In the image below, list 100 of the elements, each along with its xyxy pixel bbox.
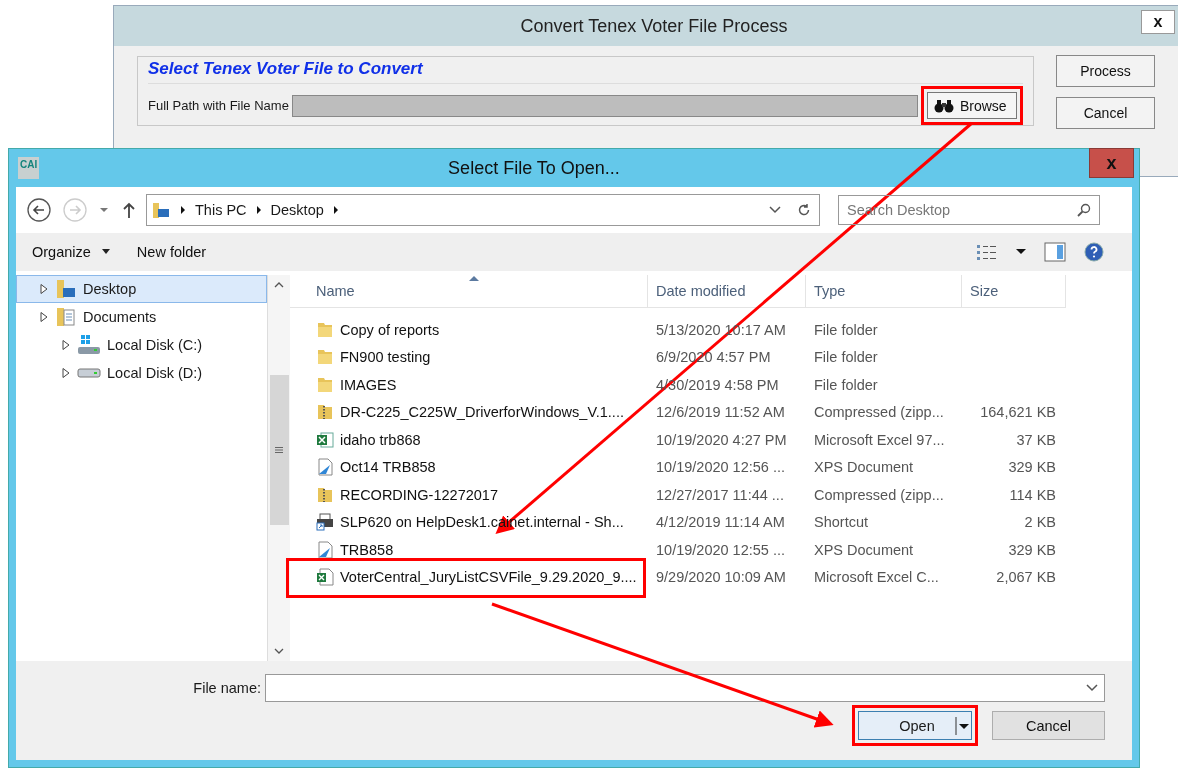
- caret-icon[interactable]: [1016, 249, 1026, 255]
- chevron-icon: [254, 205, 263, 215]
- field-label: File name:: [193, 680, 261, 696]
- computer-folder-icon: [151, 200, 171, 220]
- table-cell-text: 10/19/2020 12:56 ...: [655, 459, 786, 476]
- app-icon: CAI: [18, 157, 40, 179]
- column-header[interactable]: Name: [290, 275, 648, 308]
- drive-icon: [77, 368, 101, 378]
- file-name: TRB858: [340, 541, 394, 558]
- dialog-title: Select File To Open...: [448, 157, 620, 179]
- scroll-up-icon[interactable]: [274, 281, 284, 289]
- expand-icon[interactable]: [39, 283, 49, 295]
- close-button[interactable]: x: [1089, 148, 1134, 178]
- file-row[interactable]: DR-C225_C225W_DriverforWindows_V.1.... 12/6/2019 11:52 AM Compressed (zipp... 164,621 KB: [290, 398, 1132, 426]
- preview-pane-icon[interactable]: [1044, 242, 1066, 262]
- refresh-icon[interactable]: [797, 203, 811, 217]
- documents-folder-icon: [55, 306, 77, 328]
- grip-icon: [275, 446, 283, 454]
- chevron-icon: [331, 205, 340, 215]
- close-button[interactable]: x: [1141, 10, 1175, 34]
- file-row[interactable]: Oct14 TRB858 10/19/2020 12:56 ... XPS Document 329 KB: [290, 453, 1132, 481]
- expand-icon[interactable]: [39, 311, 49, 323]
- tree-item[interactable]: Desktop: [16, 275, 267, 303]
- file-row[interactable]: RECORDING-12272017 12/27/2017 11:44 ... Compressed (zipp... 114 KB: [290, 481, 1132, 509]
- dropdown-icon[interactable]: [98, 206, 110, 214]
- scroll-thumb[interactable]: [269, 375, 289, 525]
- address-bar[interactable]: This PC Desktop: [146, 194, 820, 226]
- folder-icon: [316, 348, 334, 367]
- scrollbar[interactable]: [267, 275, 290, 661]
- table-cell-text: 12/27/2017 11:44 ...: [655, 486, 785, 503]
- breadcrumb-item[interactable]: Desktop: [270, 202, 324, 218]
- file-name: FN900 testing: [340, 349, 431, 366]
- table-cell-text: 9/29/2020 10:09 AM: [655, 569, 787, 586]
- browse-button[interactable]: Browse: [926, 92, 1017, 119]
- help-icon[interactable]: [1084, 242, 1104, 262]
- field-label: Full Path with File Name: [148, 98, 289, 113]
- folder-icon: [316, 320, 334, 339]
- dialog-button[interactable]: Process: [1056, 55, 1155, 87]
- table-cell-text: File folder: [813, 349, 879, 366]
- organize-menu[interactable]: Organize: [28, 244, 115, 260]
- file-row[interactable]: idaho trb868 10/19/2020 4:27 PM Microsoft Excel 97... 37 KB: [290, 426, 1132, 454]
- file-name: VoterCentral_JuryListCSVFile_9.29.2020_9....: [340, 569, 637, 586]
- table-cell-text: 12/6/2019 11:52 AM: [655, 404, 786, 421]
- document-icon: [316, 540, 334, 559]
- file-name: Copy of reports: [340, 321, 440, 338]
- split-caret-icon[interactable]: [955, 714, 971, 737]
- table-cell-text: Shortcut: [813, 514, 869, 531]
- file-name: IMAGES: [340, 376, 397, 393]
- drive-icon: [77, 334, 101, 356]
- file-name: DR-C225_C225W_DriverforWindows_V.1....: [340, 404, 624, 421]
- path-field[interactable]: [291, 94, 918, 117]
- table-cell-text: XPS Document: [813, 541, 915, 558]
- breadcrumb-item[interactable]: This PC: [195, 202, 247, 218]
- table-cell-text: Microsoft Excel C...: [813, 569, 940, 586]
- back-icon[interactable]: [26, 197, 52, 223]
- expand-icon[interactable]: [61, 339, 71, 351]
- search-icon: [1077, 203, 1091, 217]
- view-list-icon[interactable]: [976, 243, 998, 261]
- document-icon: [316, 458, 334, 477]
- zip-folder-icon: [316, 403, 334, 422]
- toolbar-button[interactable]: New folder: [132, 244, 211, 260]
- table-cell-text: XPS Document: [813, 459, 915, 476]
- table-cell-text: 329 KB: [1007, 459, 1057, 476]
- desktop-folder-icon: [55, 278, 77, 300]
- file-name: Oct14 TRB858: [340, 459, 436, 476]
- table-cell-text: 10/19/2020 4:27 PM: [655, 431, 788, 448]
- tree-item[interactable]: Local Disk (D:): [16, 359, 267, 387]
- caret-icon: [100, 249, 111, 255]
- binoculars-icon: [933, 98, 954, 113]
- spreadsheet-icon: [316, 568, 334, 587]
- column-header[interactable]: Type: [806, 275, 962, 308]
- column-header[interactable]: Date modified: [648, 275, 806, 308]
- table-cell-text: Compressed (zipp...: [813, 404, 945, 421]
- table-cell-text: File folder: [813, 321, 879, 338]
- table-cell-text: 2 KB: [1023, 514, 1057, 531]
- window-title: Convert Tenex Voter File Process: [520, 15, 788, 37]
- expand-icon[interactable]: [61, 367, 71, 379]
- table-cell-text: 4/12/2019 11:14 AM: [655, 514, 786, 531]
- file-name: RECORDING-12272017: [340, 486, 498, 503]
- tree-item[interactable]: Documents: [16, 303, 267, 331]
- table-cell-text: File folder: [813, 376, 879, 393]
- file-name-field[interactable]: [265, 674, 1105, 702]
- table-cell-text: Compressed (zipp...: [813, 486, 945, 503]
- scroll-down-icon[interactable]: [274, 647, 284, 655]
- dropdown-icon[interactable]: [769, 206, 781, 214]
- column-header[interactable]: Size: [962, 275, 1066, 308]
- cancel-button[interactable]: Cancel: [992, 711, 1105, 740]
- file-row[interactable]: TRB858 10/19/2020 12:55 ... XPS Document 329 KB: [290, 536, 1132, 564]
- table-cell-text: 10/19/2020 12:55 ...: [655, 541, 786, 558]
- table-cell-text: 114 KB: [1008, 486, 1057, 503]
- chevron-icon: [179, 205, 187, 215]
- dropdown-icon[interactable]: [1086, 684, 1098, 692]
- open-button[interactable]: Open: [858, 711, 972, 740]
- sort-icon: [468, 275, 479, 281]
- tree-item[interactable]: Local Disk (C:): [16, 331, 267, 359]
- file-name: idaho trb868: [340, 431, 421, 448]
- folder-icon: [316, 375, 334, 394]
- dialog-button[interactable]: Cancel: [1056, 97, 1155, 129]
- up-icon[interactable]: [122, 201, 136, 219]
- section-title: Select Tenex Voter File to Convert: [148, 59, 424, 80]
